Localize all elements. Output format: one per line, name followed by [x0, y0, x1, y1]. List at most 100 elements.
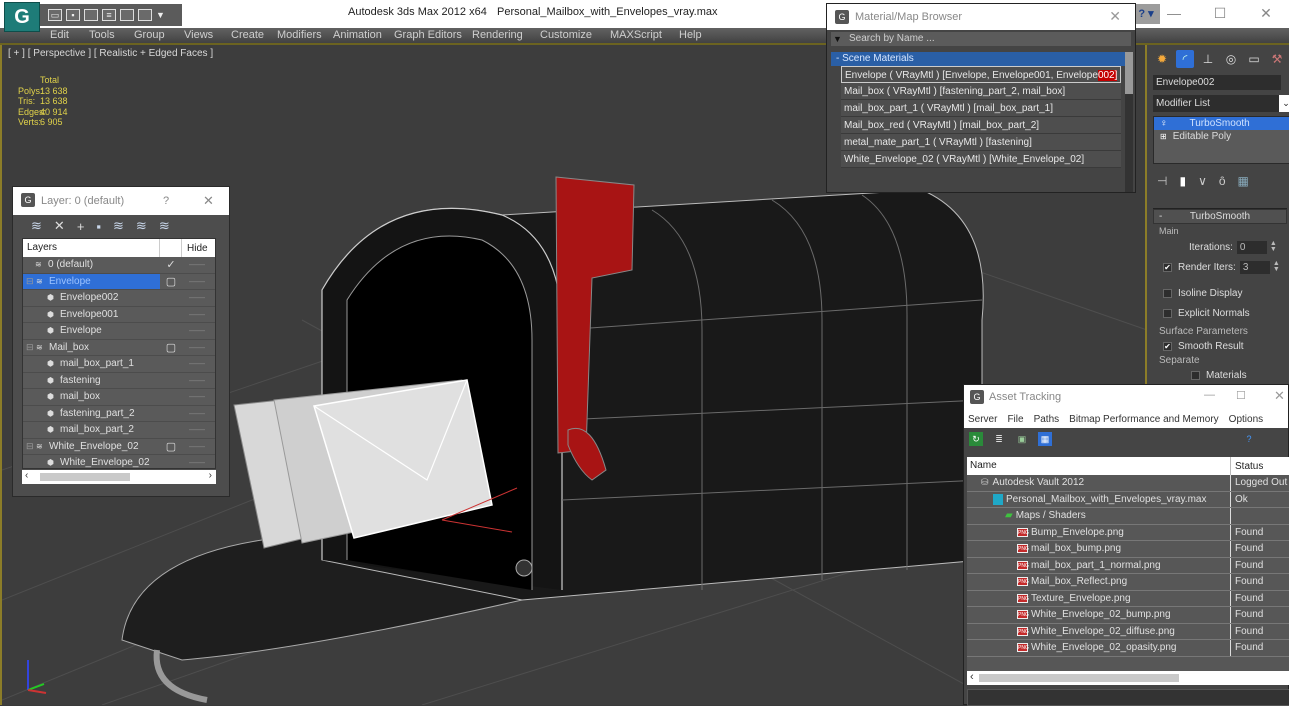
- dropdown-icon[interactable]: ▼: [156, 10, 165, 20]
- set-current-box-icon[interactable]: ▢: [160, 275, 182, 288]
- material-item[interactable]: metal_mate_part_1 ( VRayMtl ) [fastening…: [841, 134, 1121, 151]
- list-view-icon[interactable]: ≣: [992, 432, 1006, 446]
- hide-toggle[interactable]: ——: [182, 425, 212, 434]
- layer-name-cell[interactable]: ⬢ Envelope: [23, 323, 160, 339]
- asset-row[interactable]: PNG mail_box_bump.png Found: [967, 541, 1289, 558]
- isoline-display-checkbox[interactable]: [1163, 288, 1172, 298]
- spinner-arrows-icon[interactable]: ▲ ▼: [1273, 260, 1281, 273]
- name-column-header[interactable]: Name: [967, 457, 1231, 475]
- hide-toggle[interactable]: ——: [182, 277, 212, 286]
- scroll-left-icon[interactable]: ‹: [25, 470, 28, 481]
- pin-stack-icon[interactable]: ⊣: [1157, 174, 1167, 194]
- delete-icon[interactable]: ✕: [54, 218, 65, 234]
- layer-name-cell[interactable]: ⊟ ≋ Envelope: [23, 273, 160, 289]
- minimize-button[interactable]: —: [1204, 389, 1215, 401]
- menu-animation[interactable]: Animation: [333, 29, 382, 41]
- hide-toggle[interactable]: ——: [182, 458, 212, 467]
- help-button[interactable]: ?: [163, 195, 169, 207]
- material-item[interactable]: Mail_box_red ( VRayMtl ) [mail_box_part_…: [841, 117, 1121, 134]
- project-icon[interactable]: ≡: [102, 9, 116, 21]
- asset-row[interactable]: PNG Mail_box_Reflect.png Found: [967, 574, 1289, 591]
- rollout-header[interactable]: - TurboSmooth: [1153, 209, 1287, 224]
- material-scrollbar[interactable]: [1125, 52, 1133, 192]
- menu-views[interactable]: Views: [184, 29, 213, 41]
- table-view-icon[interactable]: ▦: [1038, 432, 1052, 446]
- maximize-button[interactable]: ☐: [1236, 389, 1246, 402]
- menu-tools[interactable]: Tools: [89, 29, 115, 41]
- asset-row[interactable]: PNG Texture_Envelope.png Found: [967, 590, 1289, 607]
- search-input[interactable]: Search by Name ...: [849, 33, 935, 44]
- scroll-thumb[interactable]: [40, 473, 130, 481]
- menu-graph-editors[interactable]: Graph Editors: [394, 29, 462, 41]
- smooth-result-checkbox[interactable]: ✔: [1163, 341, 1172, 351]
- status-column-header[interactable]: Status: [1231, 461, 1263, 472]
- hide-toggle[interactable]: ——: [182, 376, 212, 385]
- asset-row[interactable]: ▰ Maps / Shaders: [967, 508, 1289, 525]
- menu-create[interactable]: Create: [231, 29, 264, 41]
- set-current-box-icon[interactable]: ▢: [160, 440, 182, 453]
- explicit-normals-checkbox[interactable]: [1163, 308, 1172, 318]
- save-icon[interactable]: ▪: [66, 9, 80, 21]
- menu-server[interactable]: Server: [968, 414, 997, 425]
- new-layer-icon[interactable]: ≋: [31, 218, 42, 234]
- hide-toggle[interactable]: ——: [182, 409, 212, 418]
- open-icon[interactable]: ▭: [48, 9, 62, 21]
- menu-options[interactable]: Options: [1229, 414, 1263, 425]
- utilities-tab-icon[interactable]: ⚒: [1268, 50, 1286, 68]
- hide-toggle[interactable]: ——: [182, 359, 212, 368]
- hierarchy-tab-icon[interactable]: ⊥: [1199, 50, 1217, 68]
- layer-name-cell[interactable]: ⬢ mail_box_part_1: [23, 356, 160, 372]
- layer-object-row[interactable]: ⬢ mail_box ——: [23, 389, 215, 406]
- layer-row[interactable]: ⊟ ≋ Envelope ▢ ——: [23, 273, 215, 290]
- search-field[interactable]: ▼ Search by Name ...: [831, 32, 1131, 46]
- layer-name-cell[interactable]: ⬢ White_Envelope_02: [23, 455, 160, 471]
- spinner-arrows-icon[interactable]: ▲ ▼: [1270, 240, 1278, 253]
- scroll-thumb[interactable]: [1125, 52, 1133, 94]
- menu-edit[interactable]: Edit: [50, 29, 69, 41]
- material-item[interactable]: Envelope ( VRayMtl ) [Envelope, Envelope…: [841, 66, 1121, 83]
- add-to-layer-icon[interactable]: +: [77, 219, 85, 234]
- layer-name-cell[interactable]: ⬢ mail_box: [23, 389, 160, 405]
- refresh-icon[interactable]: ↻: [969, 432, 983, 446]
- make-unique-icon[interactable]: ∨: [1198, 174, 1207, 194]
- layer-object-row[interactable]: ⬢ Envelope002 ——: [23, 290, 215, 307]
- hide-toggle[interactable]: ——: [182, 293, 212, 302]
- maximize-button[interactable]: ☐: [1197, 0, 1243, 28]
- asset-horizontal-scrollbar[interactable]: ‹: [967, 671, 1289, 685]
- collapse-icon[interactable]: ⊟: [26, 276, 36, 287]
- create-tab-icon[interactable]: ✹: [1153, 50, 1171, 68]
- highlight-layer-icon[interactable]: ≋: [136, 218, 147, 234]
- search-options-icon[interactable]: ▼: [833, 32, 842, 46]
- material-item[interactable]: Mail_box ( VRayMtl ) [fastening_part_2, …: [841, 83, 1121, 100]
- help-icon[interactable]: ?: [1242, 432, 1256, 446]
- menu-file[interactable]: File: [1007, 414, 1023, 425]
- menu-modifiers[interactable]: Modifiers: [277, 29, 322, 41]
- close-button[interactable]: ✕: [1109, 8, 1121, 25]
- remove-modifier-icon[interactable]: ȏ: [1219, 174, 1226, 194]
- asset-tracking-titlebar[interactable]: G Asset Tracking — ☐ ✕: [964, 385, 1288, 410]
- modifier-list-dropdown[interactable]: Modifier List ⌄: [1153, 95, 1289, 112]
- lightbulb-icon[interactable]: ♀: [1160, 117, 1168, 130]
- set-current-box-icon[interactable]: ▢: [160, 341, 182, 354]
- thumbnail-view-icon[interactable]: ▣: [1015, 432, 1029, 446]
- materials-checkbox[interactable]: [1191, 370, 1200, 380]
- object-name-field[interactable]: Envelope002: [1153, 75, 1281, 90]
- menu-bitmap-performance[interactable]: Bitmap Performance and Memory: [1069, 414, 1219, 425]
- motion-tab-icon[interactable]: ◎: [1222, 50, 1240, 68]
- redo-icon[interactable]: [138, 9, 152, 21]
- layers-column-header[interactable]: Layers: [23, 239, 160, 257]
- new-icon[interactable]: [84, 9, 98, 21]
- viewport-label[interactable]: [ + ] [ Perspective ] [ Realistic + Edge…: [8, 48, 213, 59]
- layer-name-cell[interactable]: ≋ 0 (default): [23, 257, 160, 273]
- menu-group[interactable]: Group: [134, 29, 165, 41]
- configure-sets-icon[interactable]: ▦: [1238, 174, 1249, 194]
- layer-name-cell[interactable]: ⬢ mail_box_part_2: [23, 422, 160, 438]
- hide-toggle[interactable]: ——: [182, 310, 212, 319]
- modify-tab-icon[interactable]: ◜: [1176, 50, 1194, 68]
- menu-help[interactable]: Help: [679, 29, 702, 41]
- scroll-left-icon[interactable]: ‹: [970, 671, 974, 683]
- layer-object-row[interactable]: ⬢ Envelope ——: [23, 323, 215, 340]
- menu-rendering[interactable]: Rendering: [472, 29, 523, 41]
- render-iters-spinner[interactable]: 3: [1239, 260, 1270, 274]
- layer-name-cell[interactable]: ⬢ fastening_part_2: [23, 406, 160, 422]
